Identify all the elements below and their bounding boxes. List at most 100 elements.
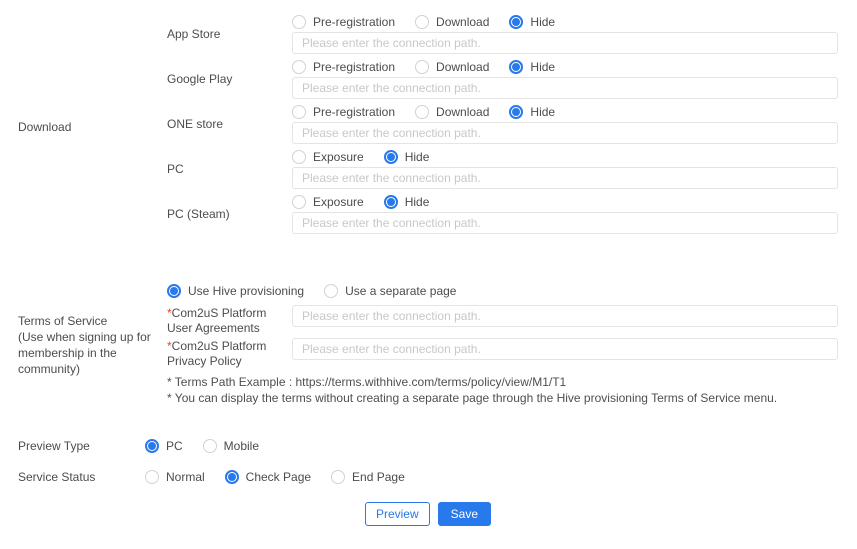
platform-label: PC (Steam) [167,207,292,222]
radio-unselected-icon[interactable] [415,60,429,74]
terms-provisioning-radio-group: Use Hive provisioning Use a separate page [167,283,838,298]
app-store-radio-group: Pre-registration Download Hide [292,14,838,29]
app-store-connection-path-input[interactable] [292,32,838,54]
platform-label: PC [167,162,292,177]
platform-label: ONE store [167,117,292,132]
radio-selected-icon[interactable] [384,195,398,209]
radio-option-label: Exposure [313,195,364,209]
radio-option-download[interactable]: Download [415,15,489,29]
pc-steam-radio-group: Exposure Hide [292,194,838,209]
radio-option-mobile[interactable]: Mobile [203,439,259,453]
user-agreements-label: *Com2uS Platform User Agreements [167,305,292,336]
radio-option-label: Use Hive provisioning [188,284,304,298]
radio-option-check-page[interactable]: Check Page [225,470,311,484]
download-row-one-store: ONE store Pre-registration Download Hide [167,104,838,144]
radio-unselected-icon[interactable] [292,195,306,209]
save-button[interactable]: Save [438,502,491,526]
service-status-radio-group: Normal Check Page End Page [145,469,425,484]
radio-unselected-icon[interactable] [324,284,338,298]
pc-radio-group: Exposure Hide [292,149,838,164]
download-section: Download App Store Pre-registration Downlo… [18,14,838,239]
radio-option-use-a-separate-page[interactable]: Use a separate page [324,284,456,298]
radio-option-exposure[interactable]: Exposure [292,195,364,209]
radio-option-download[interactable]: Download [415,60,489,74]
radio-selected-icon[interactable] [384,150,398,164]
user-agreements-path-input[interactable] [292,305,838,327]
radio-option-label: Download [436,15,489,29]
radio-unselected-icon[interactable] [145,470,159,484]
privacy-policy-path-input[interactable] [292,338,838,360]
radio-option-label: Hide [530,15,555,29]
platform-label: Google Play [167,72,292,87]
pc-steam-connection-path-input[interactable] [292,212,838,234]
radio-option-label: Mobile [224,439,259,453]
radio-option-hide[interactable]: Hide [509,105,555,119]
radio-option-download[interactable]: Download [415,105,489,119]
radio-unselected-icon[interactable] [415,105,429,119]
service-status-label: Service Status [18,470,145,484]
pc-connection-path-input[interactable] [292,167,838,189]
radio-option-use-hive-provisioning[interactable]: Use Hive provisioning [167,284,304,298]
radio-option-label: Pre-registration [313,60,395,74]
radio-option-label: Hide [530,105,555,119]
one-store-radio-group: Pre-registration Download Hide [292,104,838,119]
radio-option-hide[interactable]: Hide [384,150,430,164]
radio-option-label: Hide [405,195,430,209]
radio-selected-icon[interactable] [509,60,523,74]
radio-unselected-icon[interactable] [292,60,306,74]
radio-option-label: PC [166,439,183,453]
radio-unselected-icon[interactable] [292,105,306,119]
radio-selected-icon[interactable] [145,439,159,453]
terms-note-provisioning: * You can display the terms without crea… [167,390,838,406]
radio-option-normal[interactable]: Normal [145,470,205,484]
radio-selected-icon[interactable] [225,470,239,484]
privacy-policy-row: *Com2uS Platform Privacy Policy [167,338,838,369]
terms-section-label: Terms of Service (Use when signing up fo… [18,313,167,377]
radio-option-pre-registration[interactable]: Pre-registration [292,60,395,74]
preview-type-row: Preview Type PC Mobile [18,438,838,453]
radio-unselected-icon[interactable] [331,470,345,484]
radio-option-hide[interactable]: Hide [509,15,555,29]
radio-unselected-icon[interactable] [292,150,306,164]
platform-label: App Store [167,27,292,42]
preview-button[interactable]: Preview [365,502,430,526]
radio-selected-icon[interactable] [509,105,523,119]
radio-option-label: Normal [166,470,205,484]
terms-notes: * Terms Path Example : https://terms.wit… [167,374,838,406]
radio-option-hide[interactable]: Hide [384,195,430,209]
radio-selected-icon[interactable] [167,284,181,298]
download-row-pc: PC Exposure Hide [167,149,838,189]
radio-option-label: Hide [405,150,430,164]
preview-type-label: Preview Type [18,439,145,453]
radio-option-pc[interactable]: PC [145,439,183,453]
radio-option-label: Exposure [313,150,364,164]
action-buttons: Preview Save [18,502,838,526]
download-row-app-store: App Store Pre-registration Download Hide [167,14,838,54]
download-row-google-play: Google Play Pre-registration Download Hide [167,59,838,99]
radio-option-label: Check Page [246,470,311,484]
download-rows: App StorePre-registrationDownloadHideGoo… [167,14,838,239]
radio-unselected-icon[interactable] [292,15,306,29]
google-play-radio-group: Pre-registration Download Hide [292,59,838,74]
radio-option-label: Pre-registration [313,105,395,119]
radio-option-label: Use a separate page [345,284,456,298]
radio-option-exposure[interactable]: Exposure [292,150,364,164]
radio-selected-icon[interactable] [509,15,523,29]
radio-unselected-icon[interactable] [203,439,217,453]
google-play-connection-path-input[interactable] [292,77,838,99]
radio-option-pre-registration[interactable]: Pre-registration [292,105,395,119]
radio-option-label: Download [436,60,489,74]
service-status-row: Service Status Normal Check Page End Page [18,469,838,484]
radio-option-hide[interactable]: Hide [509,60,555,74]
preview-type-radio-group: PC Mobile [145,438,279,453]
radio-option-label: Pre-registration [313,15,395,29]
radio-option-label: End Page [352,470,405,484]
service-settings-page: Download App Store Pre-registration Downlo… [0,0,857,549]
radio-option-label: Hide [530,60,555,74]
radio-option-pre-registration[interactable]: Pre-registration [292,15,395,29]
one-store-connection-path-input[interactable] [292,122,838,144]
user-agreements-row: *Com2uS Platform User Agreements [167,305,838,336]
terms-note-example: * Terms Path Example : https://terms.wit… [167,374,838,390]
radio-unselected-icon[interactable] [415,15,429,29]
radio-option-end-page[interactable]: End Page [331,470,405,484]
